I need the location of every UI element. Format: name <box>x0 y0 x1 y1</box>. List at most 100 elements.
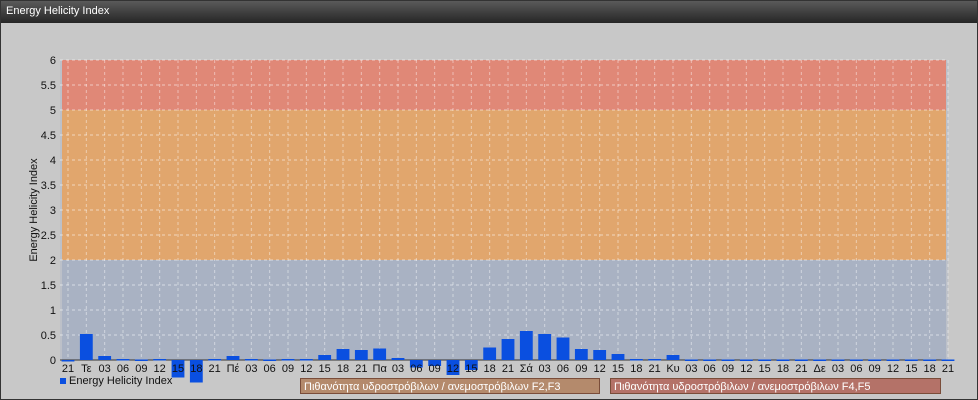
bar <box>226 356 240 360</box>
y-tick-label: 3 <box>50 205 56 217</box>
x-tick-label: 09 <box>575 363 587 375</box>
bar <box>868 359 882 361</box>
bar <box>483 347 497 360</box>
x-tick-label: 06 <box>557 363 569 375</box>
x-tick-label: 12 <box>740 363 752 375</box>
bar <box>923 359 937 361</box>
bar <box>134 359 148 361</box>
bar <box>263 359 277 361</box>
window-title: Energy Helicity Index <box>6 5 110 17</box>
band-label-f4f5: Πιθανότητα υδροστρόβιλων / ανεμοστρόβιλω… <box>610 378 941 394</box>
bar <box>61 360 75 362</box>
x-tick-label: Σά <box>520 363 534 375</box>
x-tick-label: 18 <box>924 363 936 375</box>
x-tick-label: 03 <box>832 363 844 375</box>
y-tick-label: 4.5 <box>41 130 56 142</box>
x-tick-label: Πα <box>373 363 388 375</box>
x-tick-label: 15 <box>172 363 184 375</box>
y-tick-label: 6 <box>50 55 56 67</box>
x-tick-label: Δε <box>814 363 826 375</box>
x-tick-label: 21 <box>649 363 661 375</box>
bar <box>336 349 350 360</box>
y-tick-label: 4 <box>50 155 56 167</box>
x-tick-label: 18 <box>630 363 642 375</box>
y-tick-label: 2 <box>50 255 56 267</box>
y-tick-label: 0 <box>50 355 56 367</box>
x-tick-label: 06 <box>704 363 716 375</box>
x-tick-label: Τε <box>81 363 92 375</box>
x-tick-label: 12 <box>154 363 166 375</box>
bar <box>501 339 515 360</box>
bar <box>354 350 368 360</box>
bar <box>98 356 112 360</box>
x-tick-label: 21 <box>209 363 221 375</box>
bar <box>813 359 827 361</box>
x-tick-label: 09 <box>135 363 147 375</box>
x-tick-label: 18 <box>484 363 496 375</box>
bar <box>519 331 533 360</box>
x-tick-label: 06 <box>264 363 276 375</box>
bar <box>116 359 130 361</box>
x-tick-label: 15 <box>612 363 624 375</box>
bar <box>299 359 313 361</box>
bar <box>666 355 680 360</box>
bar <box>739 359 753 361</box>
bar <box>849 359 863 361</box>
bar <box>79 334 93 360</box>
bar <box>574 349 588 360</box>
x-tick-label: 15 <box>465 363 477 375</box>
x-tick-label: 18 <box>190 363 202 375</box>
legend-series-name: Energy Helicity Index <box>69 375 173 387</box>
x-tick-label: 06 <box>410 363 422 375</box>
bar <box>758 359 772 361</box>
x-tick-label: 12 <box>887 363 899 375</box>
y-tick-label: 1.5 <box>41 280 56 292</box>
bar <box>538 334 552 360</box>
x-tick-label: 21 <box>795 363 807 375</box>
bar <box>373 348 387 360</box>
x-tick-label: 15 <box>759 363 771 375</box>
bar <box>556 337 570 360</box>
x-tick-label: 03 <box>99 363 111 375</box>
x-tick-label: 12 <box>594 363 606 375</box>
x-tick-label: 03 <box>392 363 404 375</box>
band-label-f2f3: Πιθανότητα υδροστρόβιλων / ανεμοστρόβιλω… <box>300 378 600 394</box>
bar <box>244 359 258 361</box>
x-tick-label: 21 <box>355 363 367 375</box>
x-tick-label: 15 <box>319 363 331 375</box>
legend-swatch <box>60 378 66 384</box>
x-tick-label: 09 <box>722 363 734 375</box>
bar <box>208 359 222 361</box>
y-tick-label: 5.5 <box>41 80 56 92</box>
x-tick-label: 15 <box>905 363 917 375</box>
bar <box>593 350 607 360</box>
y-tick-label: 2.5 <box>41 230 56 242</box>
bar <box>831 359 845 361</box>
x-tick-label: 09 <box>869 363 881 375</box>
bar <box>721 359 735 361</box>
bar <box>648 359 662 361</box>
bar <box>153 359 167 361</box>
x-tick-label: 03 <box>539 363 551 375</box>
x-tick-label: Κυ <box>666 363 679 375</box>
y-axis-label: Energy Helicity Index <box>28 158 40 262</box>
x-tick-label: 06 <box>117 363 129 375</box>
x-tick-label: 18 <box>777 363 789 375</box>
y-tick-label: 0.5 <box>41 330 56 342</box>
x-tick-label: 21 <box>62 363 74 375</box>
y-tick-label: 5 <box>50 105 56 117</box>
x-tick-label: 03 <box>245 363 257 375</box>
bar <box>904 359 918 361</box>
x-tick-label: 21 <box>942 363 954 375</box>
x-tick-label: 21 <box>502 363 514 375</box>
bar <box>794 359 808 361</box>
x-tick-label: 09 <box>429 363 441 375</box>
x-tick-label: 18 <box>337 363 349 375</box>
bar <box>776 359 790 361</box>
bar <box>941 359 955 361</box>
bar <box>629 359 643 361</box>
bar <box>318 355 332 360</box>
y-tick-label: 3.5 <box>41 180 56 192</box>
x-tick-label: 12 <box>300 363 312 375</box>
ehi-chart: 0 0.5 1 1.5 2 2.5 3 3.5 4 4.5 5 5.5 6 21 Τε 03 06 09 12 15 1… <box>28 55 955 383</box>
